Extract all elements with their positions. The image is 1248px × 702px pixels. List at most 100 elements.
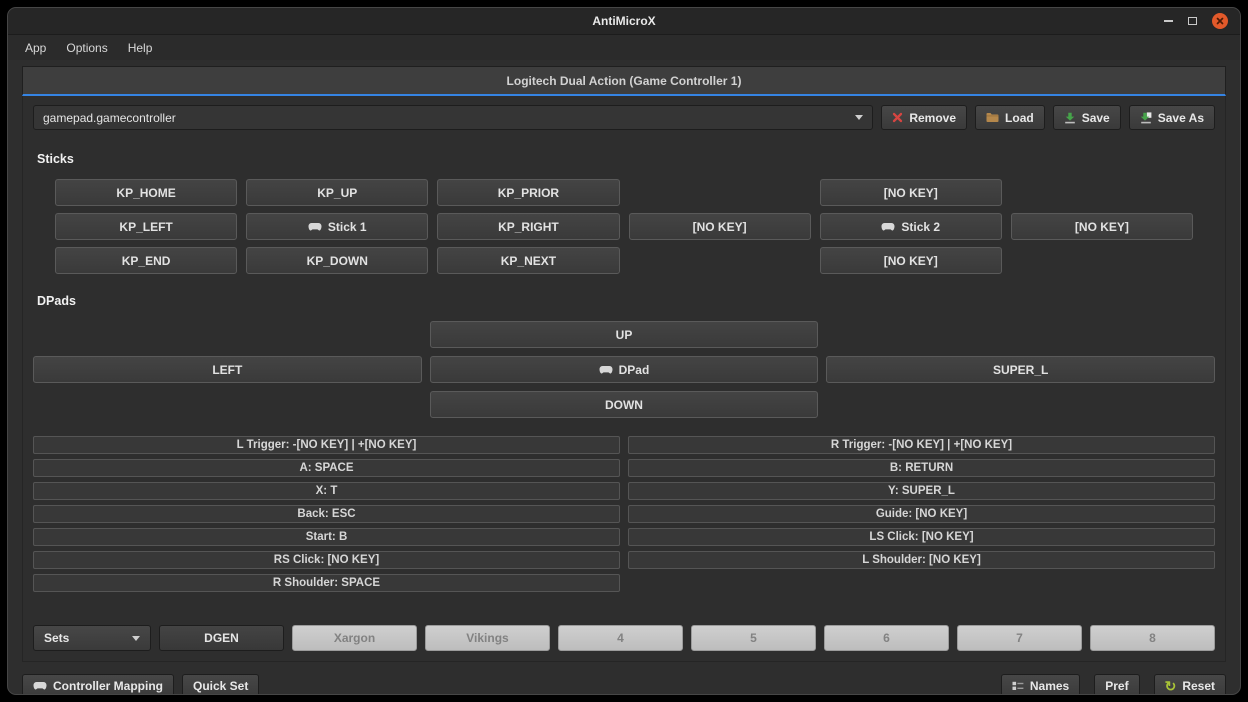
quick-set-button[interactable]: Quick Set <box>182 674 259 696</box>
profile-select[interactable]: gamepad.gamecontroller <box>33 105 873 130</box>
stick1-right-label: KP_RIGHT <box>498 220 559 234</box>
set-button-5[interactable]: 5 <box>691 625 816 651</box>
stick1-up-right-button[interactable]: KP_PRIOR <box>437 179 619 206</box>
save-button[interactable]: Save <box>1053 105 1121 130</box>
controller-tab[interactable]: Logitech Dual Action (Game Controller 1) <box>22 66 1226 96</box>
dpad-left-button[interactable]: LEFT <box>33 356 422 383</box>
r-trigger-assignment-button[interactable]: R Trigger: -[NO KEY] | +[NO KEY] <box>628 436 1215 454</box>
a-button-assignment-button[interactable]: A: SPACE <box>33 459 620 477</box>
stick1-down-left-label: KP_END <box>122 254 171 268</box>
l-trigger-assignment-button[interactable]: L Trigger: -[NO KEY] | +[NO KEY] <box>33 436 620 454</box>
gamepad-icon <box>881 222 895 232</box>
names-button[interactable]: Names <box>1001 674 1080 696</box>
set-button-4[interactable]: 4 <box>558 625 683 651</box>
stick1-down-right-button[interactable]: KP_NEXT <box>437 247 619 274</box>
back-assignment-button[interactable]: Back: ESC <box>33 505 620 523</box>
maximize-icon <box>1188 17 1197 25</box>
stick2-left-label: [NO KEY] <box>693 220 747 234</box>
set-button-7[interactable]: 7 <box>957 625 1082 651</box>
set-button-vikings[interactable]: Vikings <box>425 625 550 651</box>
stick1-up-button[interactable]: KP_UP <box>246 179 428 206</box>
save-icon <box>1064 112 1076 124</box>
minimize-button[interactable] <box>1164 20 1173 22</box>
assignment-label: B: RETURN <box>890 462 953 474</box>
dpad-center-button[interactable]: DPad <box>430 356 819 383</box>
stick1-up-left-label: KP_HOME <box>116 186 175 200</box>
stick1-up-left-button[interactable]: KP_HOME <box>55 179 237 206</box>
set-button-label: DGEN <box>204 631 239 645</box>
set-button-label: 6 <box>883 631 890 645</box>
stick2-right-button[interactable]: [NO KEY] <box>1011 213 1193 240</box>
set-button-label: 5 <box>750 631 757 645</box>
menu-help[interactable]: Help <box>119 38 162 58</box>
pref-button-label: Pref <box>1105 679 1128 693</box>
quick-set-label: Quick Set <box>193 679 248 693</box>
remove-button-label: Remove <box>909 111 956 125</box>
save-button-label: Save <box>1082 111 1110 125</box>
rs-click-assignment-button[interactable]: RS Click: [NO KEY] <box>33 551 620 569</box>
profile-row: gamepad.gamecontroller Remove Load Sav <box>33 105 1215 130</box>
sets-row: Sets DGEN Xargon Vikings 4 5 6 7 8 <box>33 625 1215 651</box>
menu-options[interactable]: Options <box>57 38 116 58</box>
set-button-6[interactable]: 6 <box>824 625 949 651</box>
stick1-right-button[interactable]: KP_RIGHT <box>437 213 619 240</box>
ls-click-assignment-button[interactable]: LS Click: [NO KEY] <box>628 528 1215 546</box>
assignment-label: LS Click: [NO KEY] <box>869 531 973 543</box>
stick1-down-button[interactable]: KP_DOWN <box>246 247 428 274</box>
stick2-down-button[interactable]: [NO KEY] <box>820 247 1002 274</box>
dpad-right-label: SUPER_L <box>993 363 1048 377</box>
start-assignment-button[interactable]: Start: B <box>33 528 620 546</box>
guide-assignment-button[interactable]: Guide: [NO KEY] <box>628 505 1215 523</box>
l-shoulder-assignment-button[interactable]: L Shoulder: [NO KEY] <box>628 551 1215 569</box>
menubar: App Options Help <box>8 35 1240 60</box>
save-as-button[interactable]: Save As <box>1129 105 1215 130</box>
dpad-down-label: DOWN <box>605 398 643 412</box>
maximize-button[interactable] <box>1188 17 1197 25</box>
chevron-down-icon <box>132 636 140 641</box>
dpad-grid: UP LEFT DPad SUPER_L DOWN <box>33 321 1215 418</box>
pref-button[interactable]: Pref <box>1094 674 1139 696</box>
sets-dropdown-label: Sets <box>44 631 69 645</box>
dpad-down-button[interactable]: DOWN <box>430 391 819 418</box>
folder-open-icon <box>986 112 999 123</box>
remove-button[interactable]: Remove <box>881 105 967 130</box>
stick2-down-label: [NO KEY] <box>884 254 938 268</box>
sticks-grid: KP_HOME KP_UP KP_PRIOR [NO KEY] KP_LEFT … <box>55 179 1193 274</box>
b-button-assignment-button[interactable]: B: RETURN <box>628 459 1215 477</box>
dpad-up-button[interactable]: UP <box>430 321 819 348</box>
dpad-right-button[interactable]: SUPER_L <box>826 356 1215 383</box>
save-as-button-label: Save As <box>1158 111 1204 125</box>
r-shoulder-assignment-button[interactable]: R Shoulder: SPACE <box>33 574 620 592</box>
stick1-center-button[interactable]: Stick 1 <box>246 213 428 240</box>
sticks-heading: Sticks <box>37 152 1211 166</box>
stick1-left-button[interactable]: KP_LEFT <box>55 213 237 240</box>
footer-right-group: Names Pref ↻ Reset <box>1001 674 1226 696</box>
sets-dropdown-button[interactable]: Sets <box>33 625 151 651</box>
stick2-up-button[interactable]: [NO KEY] <box>820 179 1002 206</box>
close-button[interactable] <box>1212 13 1228 29</box>
stick1-down-right-label: KP_NEXT <box>501 254 556 268</box>
titlebar[interactable]: AntiMicroX <box>8 8 1240 35</box>
stick1-up-label: KP_UP <box>317 186 357 200</box>
assignment-label: Y: SUPER_L <box>888 485 955 497</box>
controller-mapping-button[interactable]: Controller Mapping <box>22 674 174 696</box>
stick1-down-label: KP_DOWN <box>307 254 368 268</box>
load-button[interactable]: Load <box>975 105 1045 130</box>
stick1-center-label: Stick 1 <box>328 220 367 234</box>
assignment-label: L Trigger: -[NO KEY] | +[NO KEY] <box>237 439 417 451</box>
y-button-assignment-button[interactable]: Y: SUPER_L <box>628 482 1215 500</box>
save-as-icon <box>1140 112 1152 124</box>
set-button-xargon[interactable]: Xargon <box>292 625 417 651</box>
assignment-label: RS Click: [NO KEY] <box>274 554 379 566</box>
set-button-dgen[interactable]: DGEN <box>159 625 284 651</box>
stick2-center-button[interactable]: Stick 2 <box>820 213 1002 240</box>
x-button-assignment-button[interactable]: X: T <box>33 482 620 500</box>
assignment-label: A: SPACE <box>299 462 353 474</box>
stick2-left-button[interactable]: [NO KEY] <box>629 213 811 240</box>
set-button-8[interactable]: 8 <box>1090 625 1215 651</box>
reset-button[interactable]: ↻ Reset <box>1154 674 1226 696</box>
stick1-down-left-button[interactable]: KP_END <box>55 247 237 274</box>
controller-tab-label: Logitech Dual Action (Game Controller 1) <box>507 74 742 88</box>
menu-app[interactable]: App <box>16 38 55 58</box>
remove-icon <box>892 112 903 123</box>
